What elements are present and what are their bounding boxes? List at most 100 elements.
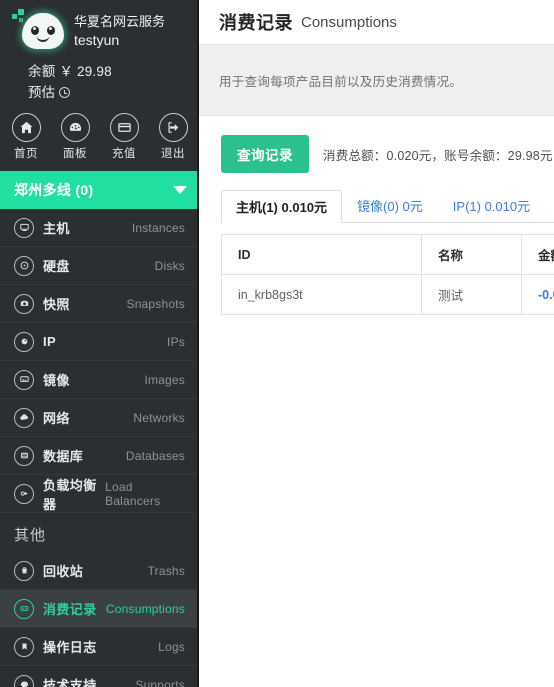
card-icon [109, 113, 139, 142]
app-root: 华夏名网云服务 testyun 余额 ￥ 29.98 预估 首页 面板 充值 退… [0, 0, 554, 687]
disk-icon [14, 255, 34, 276]
balance-label: 余额 ￥ 29.98 [28, 64, 112, 79]
sidebar-item-trashs-en: Trashs [147, 563, 185, 578]
tab-instances[interactable]: 主机(1) 0.010元 [221, 190, 343, 223]
sidebar-item-supports-en: Supports [135, 677, 185, 687]
sidebar-item-snapshots-en: Snapshots [126, 296, 185, 311]
trash-icon [14, 560, 34, 581]
sidebar-item-supports-cn: 技术支持 [43, 678, 97, 687]
sidebar-item-consumptions-cn: 消费记录 [43, 602, 97, 617]
sidebar-item-consumptions[interactable]: 消费记录 Consumptions [0, 590, 199, 628]
estimate-row: 预估 [28, 82, 199, 103]
sidebar-section-other: 其他 [14, 527, 47, 544]
sidebar-item-load-balancers[interactable]: 负载均衡器 Load Balancers [0, 475, 199, 513]
sidebar-item-trashs-cn: 回收站 [43, 564, 84, 579]
cell-name: 测试 [421, 274, 522, 315]
brand-title: 华夏名网云服务 [74, 14, 166, 29]
quick-action-recharge-label: 充值 [112, 148, 136, 160]
quick-actions: 首页 面板 充值 退出 [0, 109, 199, 171]
sidebar-item-ips[interactable]: IP IPs [0, 323, 199, 361]
log-icon [14, 636, 34, 657]
quick-action-dashboard[interactable]: 面板 [55, 113, 95, 161]
product-tabs: 主机(1) 0.010元 镜像(0) 0元 IP(1) 0.010元 硬盘 [221, 190, 554, 223]
cell-amount: -0.01 [521, 274, 554, 315]
sidebar-item-ips-en: IPs [167, 334, 185, 349]
page-title-en: Consumptions [301, 13, 397, 31]
server-icon [14, 217, 34, 238]
estimate-label: 预估 [28, 85, 55, 100]
consumption-table-wrap: ID 名称 金额(元) in_krb8gs3t 测试 -0.01 [221, 234, 554, 315]
sidebar-item-logs-cn: 操作日志 [43, 640, 97, 655]
region-selector[interactable]: 郑州多线 (0) [0, 171, 199, 209]
quick-action-recharge[interactable]: 充值 [104, 113, 144, 161]
sidebar-item-databases-cn: 数据库 [43, 449, 84, 464]
sidebar-item-consumptions-en: Consumptions [105, 601, 185, 616]
sidebar-item-trashs[interactable]: 回收站 Trashs [0, 552, 199, 590]
column-header-id: ID [221, 234, 422, 275]
page-title: 消费记录 [219, 13, 293, 33]
balancer-icon [14, 483, 34, 504]
tab-images[interactable]: 镜像(0) 0元 [342, 189, 438, 222]
dashboard-icon [60, 113, 90, 142]
brand-username: testyun [74, 32, 120, 48]
sidebar-item-load-balancers-cn: 负载均衡器 [43, 477, 97, 512]
sidebar-nav: 主机 Instances 硬盘 Disks 快照 Snapshots IP IP… [0, 209, 199, 687]
consumption-icon [14, 598, 34, 619]
chevron-down-icon [173, 186, 187, 194]
sidebar-item-supports[interactable]: 技术支持 Supports [0, 666, 199, 687]
image-icon [14, 369, 34, 390]
sidebar-item-images-en: Images [144, 372, 185, 387]
sidebar-item-snapshots[interactable]: 快照 Snapshots [0, 285, 199, 323]
quick-action-home-label: 首页 [14, 148, 38, 160]
logout-icon [158, 113, 188, 142]
brand-block: 华夏名网云服务 testyun [0, 0, 199, 57]
sidebar-item-snapshots-cn: 快照 [43, 297, 70, 312]
sidebar-item-networks-en: Networks [133, 410, 185, 425]
tab-disks[interactable]: 硬盘 [545, 189, 554, 222]
query-records-button[interactable]: 查询记录 [221, 135, 309, 173]
cloud-icon [14, 407, 34, 428]
quick-action-dashboard-label: 面板 [63, 148, 87, 160]
consumption-table: ID 名称 金额(元) in_krb8gs3t 测试 -0.01 [221, 234, 554, 315]
sidebar-item-instances[interactable]: 主机 Instances [0, 209, 199, 247]
sidebar-item-disks-en: Disks [154, 258, 185, 273]
sidebar-item-logs[interactable]: 操作日志 Logs [0, 628, 199, 666]
quick-action-home[interactable]: 首页 [6, 113, 46, 161]
table-row[interactable]: in_krb8gs3t 测试 -0.01 [221, 274, 554, 315]
description-text: 用于查询每项产品目前以及历史消费情况。 [219, 74, 463, 89]
sidebar-item-ips-cn: IP [43, 334, 57, 349]
sidebar-item-disks[interactable]: 硬盘 Disks [0, 247, 199, 285]
column-header-name: 名称 [421, 234, 522, 275]
sidebar-item-logs-en: Logs [158, 639, 185, 654]
region-label: 郑州多线 (0) [14, 182, 94, 198]
sidebar-item-load-balancers-en: Load Balancers [105, 479, 161, 508]
sidebar: 华夏名网云服务 testyun 余额 ￥ 29.98 预估 首页 面板 充值 退… [0, 0, 199, 687]
tab-ips[interactable]: IP(1) 0.010元 [438, 189, 545, 222]
sidebar-item-networks[interactable]: 网络 Networks [0, 399, 199, 437]
support-icon [14, 674, 34, 687]
sidebar-item-networks-cn: 网络 [43, 411, 70, 426]
sidebar-item-databases-en: Databases [125, 448, 185, 463]
quick-action-logout-label: 退出 [161, 148, 185, 160]
sidebar-item-images[interactable]: 镜像 Images [0, 361, 199, 399]
sidebar-item-images-cn: 镜像 [43, 373, 70, 388]
consumption-summary: 消费总额：0.020元，账号余额：29.98元 [323, 148, 553, 163]
body-area: 查询记录 消费总额：0.020元，账号余额：29.98元 主机(1) 0.010… [199, 116, 554, 315]
sidebar-item-instances-cn: 主机 [43, 221, 70, 236]
ip-icon [14, 331, 34, 352]
clock-icon [59, 87, 70, 98]
sidebar-item-disks-cn: 硬盘 [43, 259, 70, 274]
account-block: 余额 ￥ 29.98 预估 [0, 57, 199, 109]
camera-icon [14, 293, 34, 314]
column-header-amount: 金额(元) [521, 234, 554, 275]
sidebar-item-instances-en: Instances [131, 220, 185, 235]
description-band: 用于查询每项产品目前以及历史消费情况。 [199, 45, 554, 116]
toolbar: 查询记录 消费总额：0.020元，账号余额：29.98元 [221, 135, 554, 173]
cell-id: in_krb8gs3t [221, 274, 422, 315]
database-icon [14, 445, 34, 466]
quick-action-logout[interactable]: 退出 [153, 113, 193, 161]
table-header-row: ID 名称 金额(元) [221, 234, 554, 275]
home-icon [11, 113, 41, 142]
mascot-blob-icon [10, 7, 70, 55]
sidebar-item-databases[interactable]: 数据库 Databases [0, 437, 199, 475]
